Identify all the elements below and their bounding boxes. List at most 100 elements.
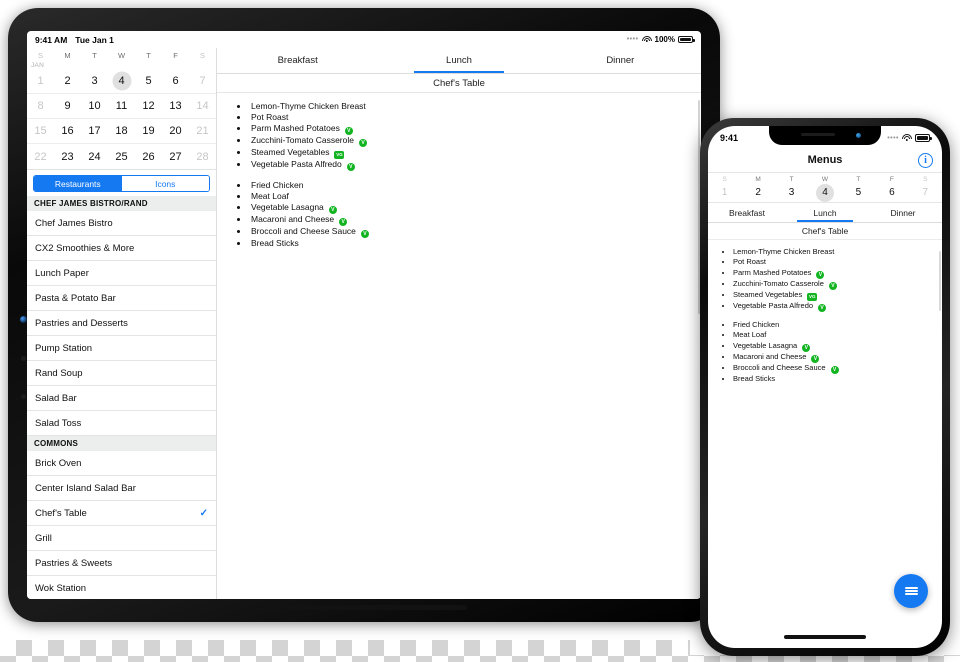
vegetarian-badge-icon: V [328, 206, 337, 214]
calendar-day[interactable]: 26 [135, 151, 162, 163]
calendar-day[interactable]: 23 [54, 151, 81, 163]
calendar-day[interactable]: 22 [27, 151, 54, 163]
menu-item: Pot Roast [249, 112, 701, 123]
calendar-day[interactable]: 18 [108, 125, 135, 137]
calendar-day[interactable]: 3 [775, 187, 808, 198]
calendar-day[interactable]: 6 [162, 75, 189, 87]
menu-item-label: Parm Mashed Potatoes [733, 267, 812, 277]
list-item[interactable]: Salad Toss [27, 411, 216, 436]
cellular-dots-icon: •••• [626, 36, 639, 43]
phone-calendar-week-row[interactable]: 1 2 3 4 5 6 7 [708, 183, 942, 203]
calendar-week-row[interactable]: 22 23 24 25 26 27 28 [27, 144, 216, 169]
calendar-day[interactable]: 19 [135, 125, 162, 137]
calendar-day[interactable]: 8 [27, 100, 54, 112]
phone-screen: 9:41 •••• Menus i S M T W T F S 1 2 3 4 … [708, 126, 942, 648]
battery-icon [678, 35, 695, 44]
sidebar: S M T W T F S JAN 1 2 3 4 5 6 7 8 9 10 1… [27, 48, 217, 599]
restaurant-list[interactable]: CHEF JAMES BISTRO/RAND Chef James Bistro… [27, 196, 216, 599]
menu-item-label: Broccoli and Cheese Sauce [251, 226, 356, 236]
list-item[interactable]: Brick Oven [27, 451, 216, 476]
list-item[interactable]: Grill [27, 526, 216, 551]
calendar-day[interactable]: 11 [108, 100, 135, 112]
list-item[interactable]: Pump Station [27, 336, 216, 361]
menu-item-label: Steamed Vegetables [251, 147, 330, 157]
view-mode-segmented-control[interactable]: Restaurants Icons [33, 175, 210, 192]
segment-icons[interactable]: Icons [121, 176, 209, 191]
calendar-day-selected[interactable]: 4 [808, 187, 841, 198]
list-item[interactable]: Pasta & Potato Bar [27, 286, 216, 311]
tab-dinner[interactable]: Dinner [540, 48, 701, 73]
calendar-day[interactable]: 5 [135, 75, 162, 87]
calendar-day-selected[interactable]: 4 [108, 75, 135, 87]
list-item[interactable]: Center Island Salad Bar [27, 476, 216, 501]
tab-lunch[interactable]: Lunch [786, 203, 864, 222]
calendar-day[interactable]: 14 [189, 100, 216, 112]
list-item[interactable]: Pastries & Sweets [27, 551, 216, 576]
calendar-month-label: JAN [31, 62, 45, 69]
calendar-day[interactable]: 28 [189, 151, 216, 163]
list-item[interactable]: Rand Soup [27, 361, 216, 386]
checkmark-icon: ✓ [199, 507, 208, 519]
tab-breakfast[interactable]: Breakfast [708, 203, 786, 222]
phone-meal-tab-bar[interactable]: Breakfast Lunch Dinner [708, 203, 942, 223]
calendar-widget[interactable]: S M T W T F S JAN 1 2 3 4 5 6 7 8 9 10 1… [27, 48, 216, 170]
calendar-day[interactable]: 24 [81, 151, 108, 163]
menu-item-label: Pot Roast [251, 112, 289, 122]
vegetarian-badge-icon: V [828, 281, 837, 290]
calendar-day[interactable]: 27 [162, 151, 189, 163]
tab-dinner[interactable]: Dinner [864, 203, 942, 222]
menu-item: Broccoli and Cheese Sauce V [249, 226, 701, 238]
menu-group: Lemon-Thyme Chicken Breast Pot Roast Par… [239, 101, 701, 171]
menu-group: Fried Chicken Meat Loaf Vegetable Lasagn… [239, 180, 701, 249]
calendar-day[interactable]: 6 [875, 187, 908, 198]
wifi-icon [641, 35, 652, 44]
list-item[interactable]: Chef James Bistro [27, 211, 216, 236]
menu-fab-button[interactable] [894, 574, 928, 608]
calendar-week-row[interactable]: 1 2 3 4 5 6 7 [27, 69, 216, 94]
calendar-day[interactable]: 21 [189, 125, 216, 137]
calendar-day[interactable]: 1 [708, 187, 741, 198]
calendar-day[interactable]: 9 [54, 100, 81, 112]
calendar-week-row[interactable]: 15 16 17 18 19 20 21 [27, 119, 216, 144]
calendar-day[interactable]: 3 [81, 75, 108, 87]
tab-breakfast[interactable]: Breakfast [217, 48, 378, 73]
calendar-day[interactable]: 2 [54, 75, 81, 87]
phone-device: 9:41 •••• Menus i S M T W T F S 1 2 3 4 … [700, 118, 950, 656]
scrollbar[interactable] [938, 251, 941, 311]
calendar-day[interactable]: 16 [54, 125, 81, 137]
list-item[interactable]: Lunch Paper [27, 261, 216, 286]
calendar-day[interactable]: 13 [162, 100, 189, 112]
calendar-day[interactable]: 1 [27, 75, 54, 87]
dow-label: W [117, 51, 126, 60]
menu-item: Fried Chicken [733, 320, 942, 330]
list-item[interactable]: Wok Station [27, 576, 216, 599]
list-item[interactable]: Pastries and Desserts [27, 311, 216, 336]
calendar-day[interactable]: 7 [189, 75, 216, 87]
list-item-label: Pasta & Potato Bar [35, 292, 116, 304]
vegetarian-badge-icon: V [818, 303, 827, 312]
segment-restaurants[interactable]: Restaurants [34, 176, 122, 191]
calendar-day[interactable]: 17 [81, 125, 108, 137]
list-item-label: Wok Station [35, 582, 87, 594]
list-item[interactable]: CX2 Smoothies & More [27, 236, 216, 261]
calendar-day[interactable]: 10 [81, 100, 108, 112]
list-item[interactable]: Salad Bar [27, 386, 216, 411]
menu-icon [904, 586, 918, 597]
dow-label: S [923, 176, 928, 183]
meal-tab-bar[interactable]: Breakfast Lunch Dinner [217, 48, 701, 74]
calendar-day[interactable]: 2 [741, 187, 774, 198]
tablet-sensor-dot [21, 356, 26, 361]
list-section-header: CHEF JAMES BISTRO/RAND [27, 196, 216, 211]
calendar-day[interactable]: 15 [27, 125, 54, 137]
tab-lunch[interactable]: Lunch [378, 48, 539, 73]
calendar-day[interactable]: 12 [135, 100, 162, 112]
list-item-selected[interactable]: Chef's Table ✓ [27, 501, 216, 526]
calendar-week-row[interactable]: 8 9 10 11 12 13 14 [27, 94, 216, 119]
tablet-status-bar: 9:41 AM Tue Jan 1 •••• 100% [27, 31, 701, 48]
menu-item-label: Zucchini-Tomato Casserole [733, 278, 824, 288]
calendar-day[interactable]: 7 [909, 187, 942, 198]
calendar-day[interactable]: 5 [842, 187, 875, 198]
calendar-day[interactable]: 20 [162, 125, 189, 137]
calendar-day[interactable]: 25 [108, 151, 135, 163]
info-icon[interactable]: i [918, 152, 933, 168]
